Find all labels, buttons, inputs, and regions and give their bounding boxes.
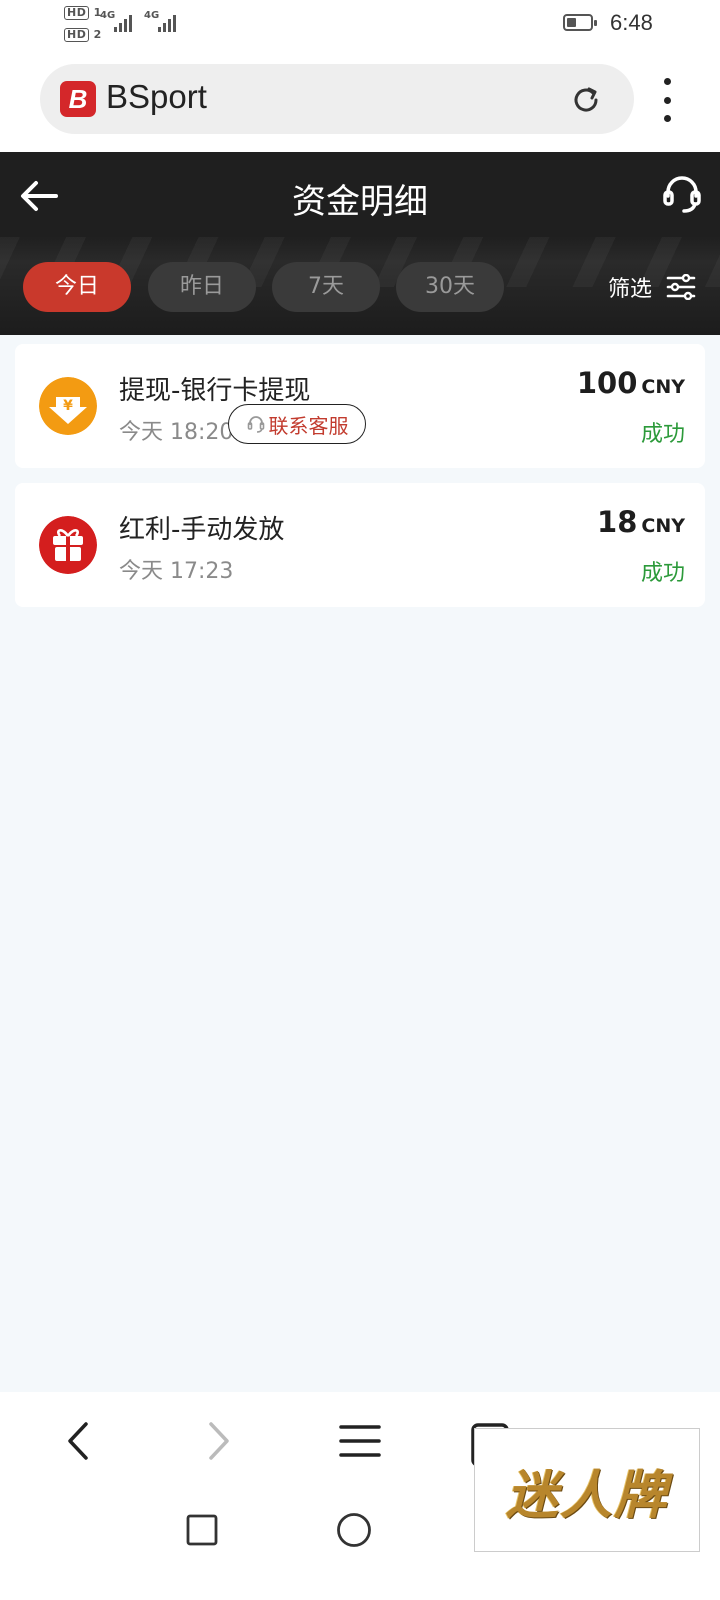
contact-support-button[interactable]: 联系客服 (228, 404, 366, 444)
battery-icon (563, 14, 597, 31)
record-status: 成功 (640, 422, 685, 447)
filter-button[interactable]: 筛选 (608, 262, 696, 312)
site-title: BSport (106, 78, 207, 115)
svg-text:¥: ¥ (63, 398, 73, 414)
record-item[interactable]: 红利-手动发放 今天 17:23 18 CNY 成功 (15, 483, 705, 607)
clock: 6:48 (610, 10, 653, 35)
gift-icon (39, 516, 97, 574)
sliders-icon (666, 274, 696, 300)
date-filter-row: 今日 昨日 7天 30天 筛选 (0, 262, 720, 314)
status-bar: HD 1 HD 2 4G 4G 6:48 (0, 0, 720, 52)
home-icon[interactable] (336, 1512, 372, 1548)
chip-today[interactable]: 今日 (23, 262, 131, 312)
address-bar[interactable]: B BSport (40, 64, 634, 134)
sim2-indicator: HD 2 (64, 28, 102, 42)
chip-yesterday[interactable]: 昨日 (148, 262, 256, 312)
network-type-2: 4G (144, 10, 160, 21)
record-time: 今天 18:20 (119, 420, 234, 445)
browser-forward-icon[interactable] (192, 1416, 242, 1466)
more-menu-icon[interactable] (652, 78, 682, 122)
browser-back-icon[interactable] (55, 1416, 105, 1466)
customer-service-icon[interactable] (660, 172, 704, 216)
record-title: 提现-银行卡提现 (119, 376, 311, 406)
filter-label: 筛选 (608, 277, 653, 302)
chip-30-days[interactable]: 30天 (396, 262, 504, 312)
recent-apps-icon[interactable] (186, 1514, 218, 1546)
app-header: 资金明细 今日 昨日 7天 30天 筛选 (0, 152, 720, 335)
amount-value: 18 (597, 505, 638, 539)
network-type-1: 4G (100, 10, 116, 21)
watermark-logo: 迷人牌 (474, 1428, 700, 1552)
chip-7-days[interactable]: 7天 (272, 262, 380, 312)
record-status: 成功 (640, 561, 685, 586)
contact-support-label: 联系客服 (268, 413, 349, 438)
signal-icon (114, 12, 132, 32)
amount-currency: CNY (641, 376, 685, 398)
record-amount: 18 CNY (597, 505, 685, 539)
browser-menu-icon[interactable] (335, 1416, 385, 1466)
watermark-text: 迷人牌 (505, 1464, 668, 1526)
record-title: 红利-手动发放 (119, 515, 285, 545)
signal-icon-2 (158, 12, 176, 32)
withdraw-yuan-icon: ¥ (39, 377, 97, 435)
record-item[interactable]: ¥ 提现-银行卡提现 今天 18:20 联系客服 100 CNY 成功 (15, 344, 705, 468)
page-title: 资金明细 (292, 182, 428, 222)
sim1-indicator: HD 1 (64, 6, 102, 20)
headset-icon (247, 416, 264, 433)
record-time: 今天 17:23 (119, 559, 234, 584)
browser-toolbar: B BSport (0, 52, 720, 152)
site-logo-icon: B (60, 81, 96, 117)
record-amount: 100 CNY (577, 366, 685, 400)
amount-value: 100 (576, 366, 638, 400)
reload-icon[interactable] (570, 84, 602, 116)
amount-currency: CNY (641, 515, 685, 537)
